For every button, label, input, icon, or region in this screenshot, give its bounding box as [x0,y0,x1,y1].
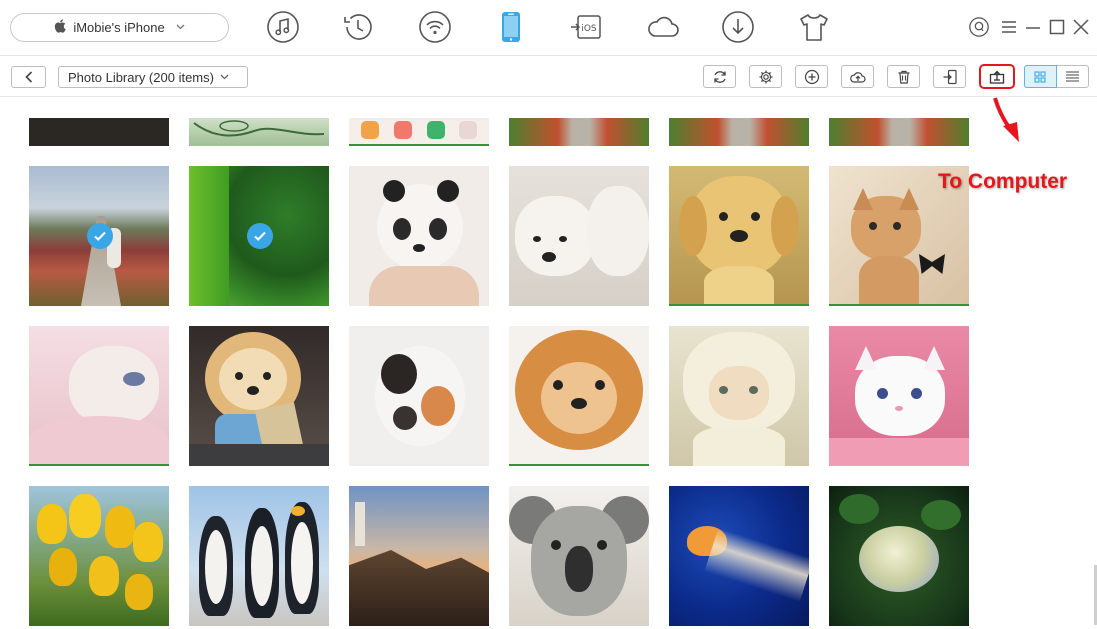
photo-grid [0,97,1097,629]
upload-cloud-icon [849,71,866,83]
cloud-icon[interactable] [645,9,681,45]
photo-thumbnail[interactable] [349,486,489,626]
device-selector[interactable]: iMobie's iPhone [10,13,229,42]
menu-icon[interactable] [998,16,1020,38]
add-icon [804,69,819,84]
photo-thumbnail[interactable] [509,118,649,146]
export-to-device-button[interactable] [933,65,966,88]
photo-thumbnail[interactable] [829,326,969,466]
photo-thumbnail[interactable] [829,486,969,626]
photo-thumbnail[interactable] [669,118,809,146]
download-icon[interactable] [720,9,756,45]
photo-thumbnail[interactable] [29,486,169,626]
add-button[interactable] [795,65,828,88]
history-icon[interactable] [340,9,376,45]
photo-thumbnail[interactable] [349,118,489,146]
wifi-transfer-icon[interactable] [417,9,453,45]
phone-icon[interactable] [493,9,529,45]
photo-thumbnail[interactable] [189,118,329,146]
settings-icon [759,70,772,83]
to-computer-annotation: To Computer [938,170,1068,193]
apple-icon [54,19,67,36]
library-label: Photo Library (200 items) [68,69,214,85]
photo-thumbnail[interactable] [349,166,489,306]
photo-thumbnail[interactable] [829,118,969,146]
checkmark-icon [247,223,273,249]
back-button[interactable] [11,66,46,88]
chevron-down-icon [176,22,185,33]
music-icon[interactable] [265,9,301,45]
view-mode-toggle [1024,65,1089,88]
toolbar: Photo Library (200 items) [0,57,1097,97]
export-to-device-icon [943,69,957,84]
delete-button[interactable] [887,65,920,88]
top-bar: iMobie's iPhone iOS [0,0,1097,56]
photo-thumbnail[interactable] [189,326,329,466]
list-view-icon [1065,71,1079,82]
device-name: iMobie's iPhone [73,20,165,35]
photo-thumbnail[interactable] [669,166,809,306]
photo-thumbnail[interactable] [29,118,169,146]
tshirt-icon[interactable] [796,9,832,45]
photo-thumbnail[interactable] [349,326,489,466]
to-computer-button[interactable] [979,64,1015,89]
library-selector[interactable]: Photo Library (200 items) [58,66,248,88]
ios-transfer-icon[interactable]: iOS [568,9,604,45]
photo-thumbnail[interactable] [509,486,649,626]
upload-cloud-button[interactable] [841,65,874,88]
grid-view-icon [1034,70,1046,83]
refresh-icon [713,70,726,83]
svg-text:iOS: iOS [581,24,597,34]
photo-thumbnail-selected[interactable] [189,166,329,306]
settings-button[interactable] [749,65,782,88]
help-icon[interactable] [967,15,991,39]
maximize-icon[interactable] [1046,16,1068,38]
photo-thumbnail[interactable] [669,486,809,626]
annotation-arrow-icon [993,97,1019,142]
chevron-down-icon [220,72,229,83]
checkmark-icon [87,223,113,249]
close-icon[interactable] [1070,16,1092,38]
photo-thumbnail[interactable] [189,486,329,626]
photo-thumbnail-selected[interactable] [29,166,169,306]
grid-view-button[interactable] [1024,65,1057,88]
chevron-left-icon [24,71,32,83]
delete-icon [898,70,909,84]
minimize-icon[interactable] [1022,16,1044,38]
photo-thumbnail[interactable] [29,326,169,466]
photo-thumbnail[interactable] [509,326,649,466]
refresh-button[interactable] [703,65,736,88]
photo-thumbnail[interactable] [509,166,649,306]
list-view-button[interactable] [1056,65,1089,88]
to-computer-icon [989,70,1005,84]
photo-thumbnail[interactable] [669,326,809,466]
